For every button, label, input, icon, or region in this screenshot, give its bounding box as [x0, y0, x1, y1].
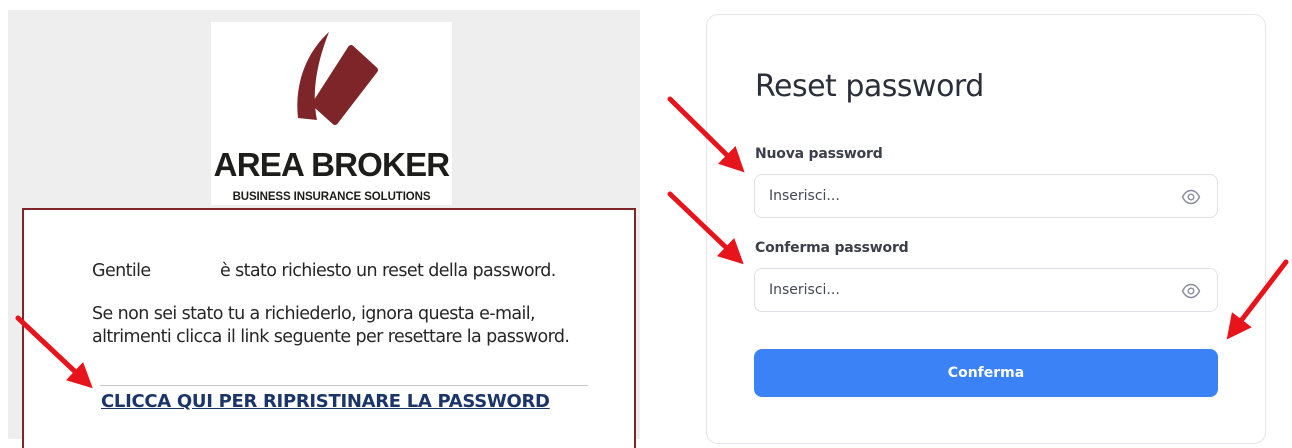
eye-icon[interactable] [1181, 281, 1201, 301]
email-body: Gentile è stato richiesto un reset della… [22, 208, 636, 448]
logo-mark-icon [297, 32, 378, 125]
reset-password-card: Reset password Nuova password Conferma p… [706, 14, 1266, 444]
confirm-password-label: Conferma password [755, 240, 909, 256]
new-password-field [754, 174, 1218, 218]
page-title: Reset password [755, 69, 984, 104]
logo-title: AREA BROKER [213, 146, 450, 183]
confirm-button[interactable]: Conferma [754, 349, 1218, 397]
greeting-word: Gentile [92, 261, 151, 281]
confirm-password-field [754, 268, 1218, 312]
email-panel: AREA BROKER BUSINESS INSURANCE SOLUTIONS… [8, 10, 640, 448]
logo-subtitle: BUSINESS INSURANCE SOLUTIONS [232, 191, 431, 203]
eye-icon[interactable] [1181, 187, 1201, 207]
greeting-text: è stato richiesto un reset della passwor… [220, 261, 556, 281]
email-paragraph: Se non sei stato tu a richiederlo, ignor… [92, 304, 570, 347]
reset-password-link[interactable]: CLICCA QUI PER RIPRISTINARE LA PASSWORD [101, 391, 550, 412]
new-password-label: Nuova password [755, 146, 883, 162]
company-logo: AREA BROKER BUSINESS INSURANCE SOLUTIONS [211, 22, 452, 205]
new-password-input[interactable] [769, 175, 1159, 217]
divider [100, 385, 588, 386]
confirm-password-input[interactable] [769, 269, 1159, 311]
